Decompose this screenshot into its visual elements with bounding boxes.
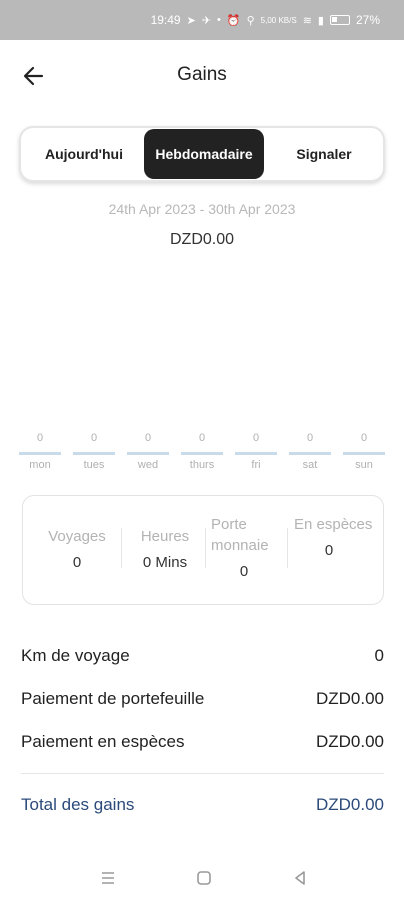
day-value: 0	[198, 432, 206, 444]
day-label: fri	[251, 459, 261, 471]
day-wed: 0 wed	[127, 432, 169, 471]
status-time: 19:49	[150, 13, 181, 27]
stat-wallet: Porte monnaie 0	[211, 514, 295, 582]
day-sun: 0 sun	[343, 432, 385, 471]
battery-level: 27%	[355, 13, 380, 27]
day-sat: 0 sat	[289, 432, 331, 471]
cash-payment-label: Paiement en espèces	[21, 732, 185, 751]
day-bar	[289, 452, 331, 455]
stat-value: 0	[72, 554, 82, 571]
stat-cash: En espèces 0	[294, 514, 378, 561]
km-value: 0	[374, 646, 384, 665]
cash-payment-row: Paiement en espèces DZD0.00	[21, 732, 384, 752]
divider	[21, 773, 384, 774]
day-label: mon	[29, 459, 51, 471]
day-label: tues	[83, 459, 105, 471]
tab-report[interactable]: Signaler	[269, 128, 379, 180]
day-label: wed	[137, 459, 159, 471]
day-value: 0	[360, 432, 368, 444]
total-row: Total des gains DZD0.00	[21, 795, 384, 815]
home-button[interactable]	[192, 866, 216, 890]
signal-icon: ▮	[317, 14, 324, 27]
weekly-chart: 0 mon 0 tues 0 wed 0 thurs 0 fri 0 sat 0…	[19, 432, 385, 476]
stat-label: En espèces	[294, 516, 373, 533]
day-mon: 0 mon	[19, 432, 61, 471]
status-bar: 19:49 ➤ ✈ • ⏰ ⚲ 5,00 KB/S ≋ ▮ 27%	[0, 0, 404, 40]
stat-trips: Voyages 0	[29, 526, 125, 573]
wallet-payment-row: Paiement de portefeuille DZD0.00	[21, 689, 384, 709]
day-thurs: 0 thurs	[181, 432, 223, 471]
wallet-payment-label: Paiement de portefeuille	[21, 689, 205, 708]
day-value: 0	[144, 432, 152, 444]
recent-apps-button[interactable]	[96, 866, 120, 890]
day-label: thurs	[189, 459, 215, 471]
total-label: Total des gains	[21, 795, 135, 814]
page-title: Gains	[177, 64, 227, 85]
system-nav-bar	[0, 856, 404, 900]
stat-label: Heures	[140, 528, 190, 545]
period-total: DZD0.00	[169, 231, 235, 248]
network-speed: 5,00 KB/S	[260, 15, 297, 25]
day-bar	[343, 452, 385, 455]
day-bar	[73, 452, 115, 455]
wifi-icon: ≋	[302, 14, 312, 27]
menu-icon	[102, 872, 114, 884]
location-icon: ⚲	[246, 14, 255, 27]
day-value: 0	[90, 432, 98, 444]
day-fri: 0 fri	[235, 432, 277, 471]
km-label: Km de voyage	[21, 646, 130, 665]
stat-value: 0	[239, 563, 249, 580]
period-tabs: Aujourd'hui Hebdomadaire Signaler	[19, 126, 385, 182]
stat-value: 0	[324, 542, 334, 559]
day-value: 0	[36, 432, 44, 444]
day-bar	[181, 452, 223, 455]
km-row: Km de voyage 0	[21, 646, 384, 666]
day-value: 0	[252, 432, 260, 444]
total-value: DZD0.00	[315, 795, 384, 814]
date-range: 24th Apr 2023 - 30th Apr 2023	[108, 201, 296, 217]
stat-hours: Heures 0 Mins	[119, 526, 211, 573]
day-bar	[19, 452, 61, 455]
day-value: 0	[306, 432, 314, 444]
tab-today[interactable]: Aujourd'hui	[29, 128, 139, 180]
wallet-payment-value: DZD0.00	[315, 689, 384, 708]
app-bar: Gains	[0, 40, 404, 110]
day-tues: 0 tues	[73, 432, 115, 471]
day-bar	[235, 452, 277, 455]
square-icon	[197, 871, 211, 885]
stat-label: Voyages	[48, 528, 106, 545]
triangle-back-icon	[295, 871, 305, 885]
cash-payment-value: DZD0.00	[315, 732, 384, 751]
back-nav-button[interactable]	[288, 866, 312, 890]
day-bar	[127, 452, 169, 455]
dot-icon: •	[217, 14, 221, 26]
telegram-icon: ✈	[201, 14, 212, 27]
stat-value: 0 Mins	[142, 554, 188, 571]
battery-icon	[329, 15, 350, 25]
stat-label: Porte monnaie	[211, 516, 269, 554]
divider	[205, 528, 206, 568]
summary-card: Voyages 0 Heures 0 Mins Porte monnaie 0 …	[22, 495, 384, 605]
tab-weekly[interactable]: Hebdomadaire	[144, 129, 264, 179]
navigation-icon: ➤	[186, 14, 196, 27]
alarm-icon: ⏰	[226, 14, 241, 27]
day-label: sat	[302, 459, 318, 471]
divider	[287, 528, 288, 568]
day-label: sun	[355, 459, 373, 471]
